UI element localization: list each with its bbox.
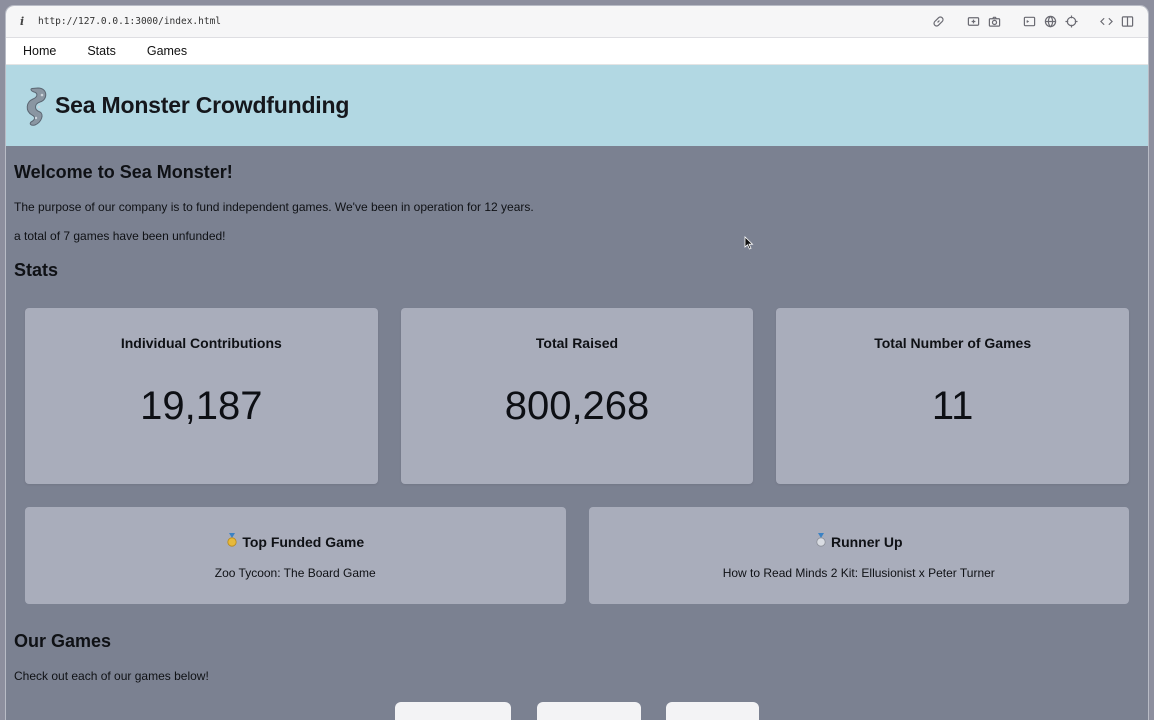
top-funded-card: Top Funded Game Zoo Tycoon: The Board Ga… (25, 507, 566, 604)
nav-games-link[interactable]: Games (147, 44, 187, 58)
address-bar[interactable]: i http://127.0.0.1:3000/index.html (6, 6, 1148, 38)
nav-home-link[interactable]: Home (23, 44, 56, 58)
split-view-icon[interactable] (1117, 12, 1138, 32)
code-icon[interactable] (1096, 12, 1117, 32)
screenshot-icon[interactable] (963, 12, 984, 32)
tentacle-icon (26, 86, 47, 126)
stats-heading: Stats (14, 260, 59, 280)
silver-medal-icon (815, 533, 827, 550)
runner-up-name: How to Read Minds 2 Kit: Ellusionist x P… (722, 566, 995, 580)
link-icon[interactable] (928, 12, 949, 32)
runner-up-label: Runner Up (830, 533, 903, 550)
games-subtitle: Check out each of our games below! (14, 669, 209, 683)
toolbar-actions (928, 12, 1138, 32)
hero-banner: Sea Monster Crowdfunding (6, 65, 1148, 146)
runner-up-card: Runner Up How to Read Minds 2 Kit: Ellus… (588, 507, 1129, 604)
mouse-cursor-icon (744, 236, 754, 250)
info-icon[interactable]: i (20, 15, 38, 28)
game-button[interactable] (666, 702, 759, 720)
games-heading: Our Games (14, 631, 112, 651)
page-title: Sea Monster Crowdfunding (55, 92, 350, 118)
globe-icon[interactable] (1040, 12, 1061, 32)
site-nav: Home Stats Games (6, 38, 1148, 65)
total-raised-label: Total Raised (535, 335, 619, 351)
total-raised-card: Total Raised 800,268 (400, 308, 754, 484)
nav-stats-link[interactable]: Stats (87, 44, 116, 58)
game-button[interactable] (537, 702, 641, 720)
contributions-value: 19,187 (140, 384, 263, 428)
gold-medal-icon (226, 533, 238, 550)
top-games-row: Top Funded Game Zoo Tycoon: The Board Ga… (14, 507, 1140, 604)
intro-text: The purpose of our company is to fund in… (14, 200, 534, 214)
camera-icon[interactable] (984, 12, 1005, 32)
browser-window: i http://127.0.0.1:3000/index.html Home … (6, 6, 1148, 720)
welcome-heading: Welcome to Sea Monster! (14, 162, 233, 182)
game-button[interactable] (395, 702, 511, 720)
main-content: Welcome to Sea Monster! The purpose of o… (6, 162, 1148, 683)
contributions-card: Individual Contributions 19,187 (25, 308, 378, 484)
top-funded-name: Zoo Tycoon: The Board Game (214, 566, 376, 580)
total-games-label: Total Number of Games (874, 335, 1032, 351)
url-text[interactable]: http://127.0.0.1:3000/index.html (38, 16, 221, 27)
top-funded-label: Top Funded Game (242, 533, 365, 550)
total-games-value: 11 (931, 384, 974, 428)
console-icon[interactable] (1019, 12, 1040, 32)
unfunded-text: a total of 7 games have been unfunded! (14, 229, 226, 243)
stats-row: Individual Contributions 19,187 Total Ra… (14, 308, 1140, 484)
total-games-card: Total Number of Games 11 (776, 308, 1130, 484)
total-raised-value: 800,268 (504, 384, 650, 428)
crosshair-icon[interactable] (1061, 12, 1082, 32)
contributions-label: Individual Contributions (120, 335, 282, 351)
